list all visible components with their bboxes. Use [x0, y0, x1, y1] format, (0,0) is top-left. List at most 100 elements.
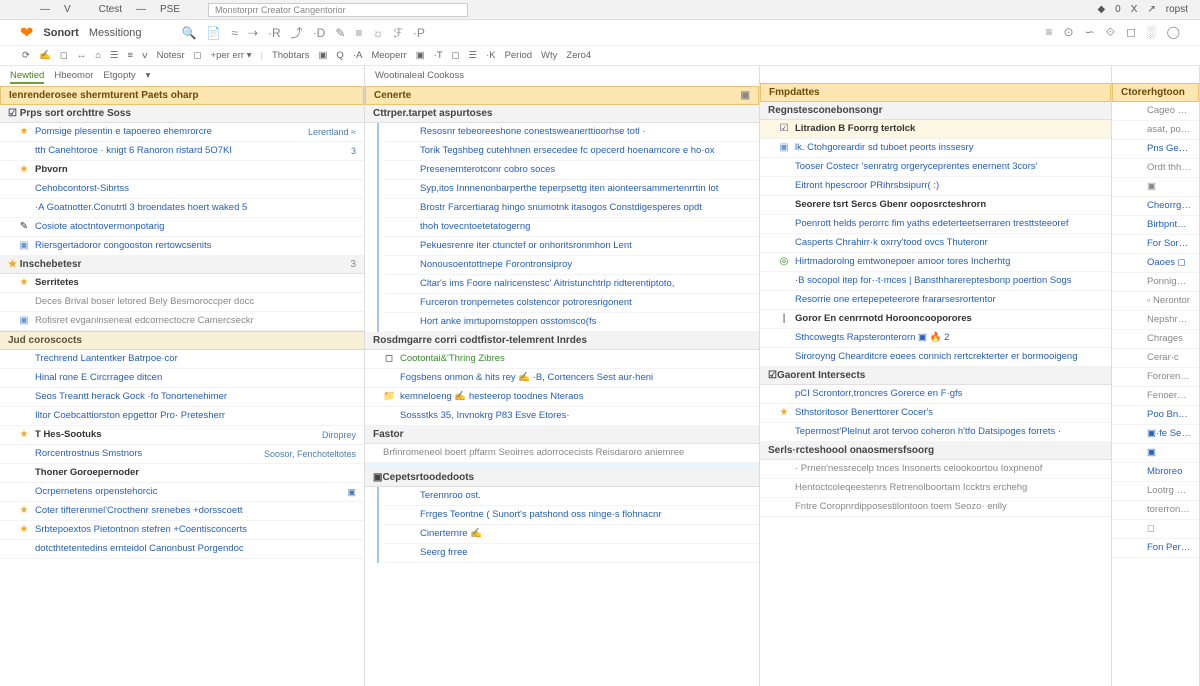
tb-icon[interactable]: Q: [336, 50, 343, 61]
list-item[interactable]: Hinal rone E Circrragee ditcen: [0, 369, 364, 388]
list-item[interactable]: Resorrie one ertepepeteerore frararsesro…: [760, 291, 1111, 310]
list-item[interactable]: Cerar·c: [1112, 349, 1199, 368]
menu-item[interactable]: —: [136, 4, 146, 15]
list-item[interactable]: ★Serritetes: [0, 274, 364, 293]
list-item[interactable]: Brostr Farcertiarag hingo snumotnk itaso…: [385, 199, 759, 218]
list-item[interactable]: ★Sthstoritosor Benerttorer Cocer's: [760, 404, 1111, 423]
section-header[interactable]: ▣ Cepetsrtoodedoots: [365, 469, 759, 487]
list-item[interactable]: Presenernterotconr cobro soces: [385, 161, 759, 180]
doc-icon[interactable]: 📄: [206, 26, 221, 40]
list-item[interactable]: Cehobcontorst-Sibrtss: [0, 180, 364, 199]
tb-icon[interactable]: ✍: [39, 50, 51, 61]
tool-icon[interactable]: ☼: [372, 26, 383, 40]
section-header[interactable]: Rosdmgarre corri codtfistor-telemrent In…: [365, 332, 759, 350]
tb-icon[interactable]: ≡: [127, 50, 133, 61]
section-header[interactable]: ☑ Prps sort orchttre Soss: [0, 105, 364, 123]
list-item[interactable]: ▫ Nerontor: [1112, 292, 1199, 311]
clock-icon[interactable]: ⊙: [1063, 25, 1073, 40]
list-item[interactable]: pCI Scrontorr,troncres Gorerce en F·gfs: [760, 385, 1111, 404]
list-item[interactable]: Thoner Goroepernoder: [0, 464, 364, 483]
list-item[interactable]: Chrages: [1112, 330, 1199, 349]
list-item[interactable]: ★Coter tifterenmel'Crocthenr srenebes +d…: [0, 502, 364, 521]
menu-item[interactable]: Ctest: [99, 4, 122, 15]
list-item[interactable]: Siroroyng Chearditcre eoees connich rert…: [760, 348, 1111, 367]
list-item[interactable]: ·A Goatnotter.Conutrtl 3 broendates hoer…: [0, 199, 364, 218]
list-item[interactable]: Mbroreo: [1112, 463, 1199, 482]
tool-icon[interactable]: ✎: [335, 26, 345, 40]
tool-icon[interactable]: ≈: [231, 26, 238, 40]
tb-icon[interactable]: ◻: [452, 50, 460, 61]
list-item[interactable]: Rorcentrostnus SmstnorsSoosor, Fenchotel…: [0, 445, 364, 464]
list-item[interactable]: Hentoctcoleqeestenrs Retrenolboortam Icc…: [760, 479, 1111, 498]
list-item[interactable]: Ponnighermitct: [1112, 273, 1199, 292]
list-item[interactable]: Nepshrorg: [1112, 311, 1199, 330]
tb-icon[interactable]: ⅴ: [142, 50, 148, 61]
list-item[interactable]: ◎Hirtmadorolng emtwonepoer amoor tores I…: [760, 253, 1111, 272]
list-item[interactable]: Pns Geon ◻: [1112, 140, 1199, 159]
list-item[interactable]: Ordt thheo'es: [1112, 159, 1199, 178]
tab[interactable]: Hbeomor: [54, 70, 93, 84]
sys-icon[interactable]: X: [1131, 4, 1138, 15]
list-item[interactable]: Fenoerporso: [1112, 387, 1199, 406]
tool-icon[interactable]: ⤴: [291, 24, 303, 41]
list-item[interactable]: ▣lk. Ctohgoreardir sd tuboet peorts inss…: [760, 139, 1111, 158]
list-item[interactable]: Torik Tegshbeg cutehhnen ersecedee fc op…: [385, 142, 759, 161]
list-item[interactable]: Frrges Teontne ( Sunort's patshond oss n…: [385, 506, 759, 525]
tb-icon[interactable]: ↔: [77, 50, 87, 61]
list-item[interactable]: ▣Rofisret evganinseneat edcornectocre Ca…: [0, 312, 364, 331]
list-item[interactable]: Cheorrges —: [1112, 197, 1199, 216]
tool-icon[interactable]: ·R: [268, 26, 281, 40]
list-item[interactable]: tth Canehtoroe · knigt 6 Ranoron ristard…: [0, 142, 364, 161]
list-item[interactable]: torerronset,: [1112, 501, 1199, 520]
tb-icon[interactable]: ◻: [194, 50, 202, 61]
list-item[interactable]: thoh tovecntoetetatogerng: [385, 218, 759, 237]
list-item[interactable]: ▣Riersgertadoror congooston rertowcsenit…: [0, 237, 364, 256]
list-item[interactable]: Tooser Costecr 'senratrg orgeryceprentes…: [760, 158, 1111, 177]
tab[interactable]: Newtied: [10, 70, 44, 84]
tb-dropdown[interactable]: +per err ▾: [211, 50, 252, 61]
list-item[interactable]: ★Srbtepoextos Pietontnon stefren +Coenti…: [0, 521, 364, 540]
tb-icon[interactable]: ▣: [416, 50, 425, 61]
list-item[interactable]: Trechrend Lantentker Batrpoe·cor: [0, 350, 364, 369]
tb-icon[interactable]: ⌂: [95, 50, 101, 61]
tb-icon[interactable]: ·A: [353, 50, 363, 61]
list-item[interactable]: ▣: [1112, 444, 1199, 463]
list-item[interactable]: Nonousoentottnepe Forontronsiproy: [385, 256, 759, 275]
tool-icon[interactable]: ·P: [413, 26, 425, 40]
list-item[interactable]: Cageo Poend Cos: [1112, 102, 1199, 121]
tb-icon[interactable]: ·T: [434, 50, 443, 61]
tool-icon[interactable]: ℱ: [393, 26, 402, 40]
tb-icon[interactable]: ☰: [110, 50, 119, 61]
list-item[interactable]: ★T Hes-SootuksDiroprey: [0, 426, 364, 445]
list-item[interactable]: Fon Perah ◻: [1112, 539, 1199, 558]
list-item[interactable]: Furceron tronpernetes colstencor potrore…: [385, 294, 759, 313]
list-item[interactable]: Fntre Coropnrdipposestilontoon toem Seoz…: [760, 498, 1111, 517]
list-item[interactable]: Eitront hpescroor PRihrsbsipurr( :): [760, 177, 1111, 196]
menu-item[interactable]: PSE: [160, 4, 180, 15]
list-item[interactable]: ✎Cosiote atoctntovermonpotarig: [0, 218, 364, 237]
list-item[interactable]: Oaoes ◻: [1112, 254, 1199, 273]
search-icon[interactable]: ◯: [1167, 25, 1180, 40]
list-item[interactable]: Tepermost'Plelnut arot tervoo coheron h'…: [760, 423, 1111, 442]
list-item[interactable]: For Sorck GL: [1112, 235, 1199, 254]
section-header[interactable]: Cttrper.tarpet aspurtoses: [365, 105, 759, 123]
tool-icon[interactable]: ⟐: [1106, 25, 1115, 40]
list-item[interactable]: Seorere tsrt Sercs Gbenr ooposrcteshrorn: [760, 196, 1111, 215]
section-header[interactable]: Fastor: [365, 426, 759, 444]
section-header[interactable]: Regnstesconebonsongr: [760, 102, 1111, 120]
list-item[interactable]: Resosnr tebeoreeshone conestsweanerttioo…: [385, 123, 759, 142]
list-item[interactable]: Seos Treantt herack Gock ·fo Tonortenehi…: [0, 388, 364, 407]
section-header[interactable]: Jud coroscocts: [0, 331, 364, 350]
list-item[interactable]: Deces Brival boser letored Bely Besmoroc…: [0, 293, 364, 312]
list-item[interactable]: Iltor Coebcattiorston epgettor Pro· Pret…: [0, 407, 364, 426]
list-item[interactable]: Casperts Chrahirr·k oxrry'tood ovcs Thut…: [760, 234, 1111, 253]
tab[interactable]: Etgopty: [103, 70, 135, 84]
grid-icon[interactable]: ≡: [1045, 25, 1052, 40]
list-item[interactable]: Lootrg Serah: [1112, 482, 1199, 501]
list-item[interactable]: Poo Bnest ◻: [1112, 406, 1199, 425]
list-item[interactable]: ★Pbvorn: [0, 161, 364, 180]
list-item[interactable]: Sossstks 35, Invnokrg P83 Esve Etores·: [365, 407, 759, 426]
search-icon[interactable]: 🔍: [181, 26, 196, 40]
list-item[interactable]: Fororenonher: [1112, 368, 1199, 387]
tb-icon[interactable]: ☰: [469, 50, 478, 61]
